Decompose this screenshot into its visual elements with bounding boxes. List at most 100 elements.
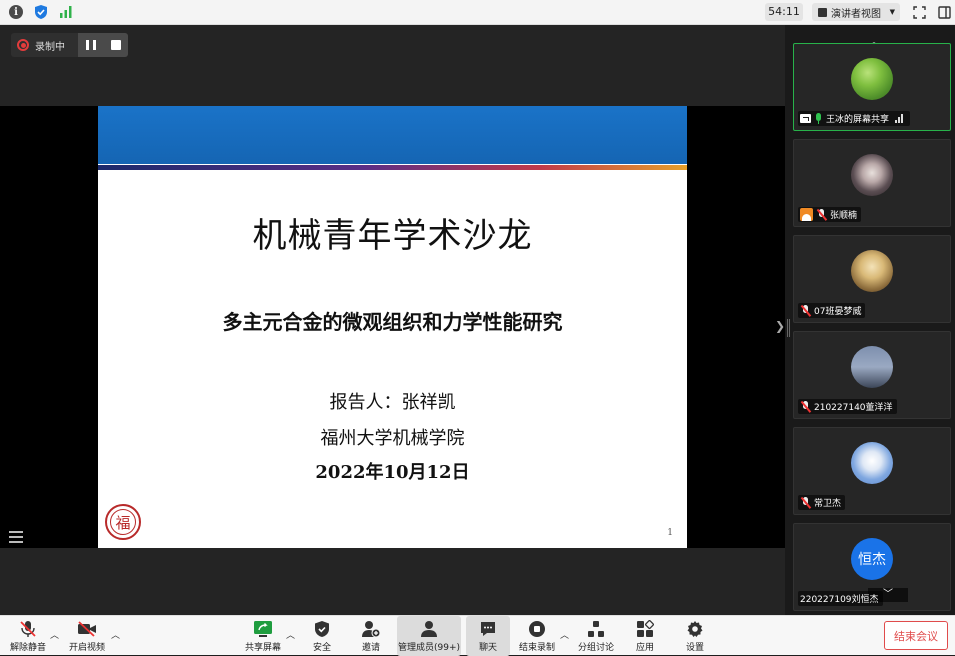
participant-name-tag: 常卫杰 bbox=[798, 495, 846, 510]
slide-page-number: 1 bbox=[667, 528, 673, 538]
chevron-up-icon[interactable]: ︿ bbox=[560, 628, 569, 641]
record-icon bbox=[17, 39, 29, 51]
apps-button[interactable]: 应用 bbox=[628, 616, 662, 656]
breakout-rooms-button[interactable]: 分组讨论 bbox=[574, 616, 618, 656]
unmute-label: 解除静音 bbox=[9, 643, 46, 653]
chevron-up-icon[interactable]: ︿ bbox=[50, 628, 59, 641]
participant-name-tag: 210227140董洋洋 bbox=[798, 399, 897, 414]
slide-subtitle: 多主元合金的微观组织和力学性能研究 bbox=[222, 310, 563, 334]
participant-name: 常卫杰 bbox=[814, 499, 842, 509]
invite-label: 邀请 bbox=[361, 643, 380, 653]
participant-name: 张顺楠 bbox=[830, 211, 858, 221]
participant-tile[interactable]: 07班晏梦威 bbox=[793, 235, 951, 323]
slide-institution: 福州大学机械学院 bbox=[320, 428, 465, 449]
add-user-icon bbox=[361, 620, 381, 638]
chat-icon bbox=[478, 620, 498, 638]
recording-controls bbox=[78, 33, 128, 57]
slide-header-band bbox=[98, 106, 687, 164]
participant-tile[interactable]: 常卫杰 bbox=[793, 427, 951, 515]
view-selector[interactable]: 演讲者视图 ▼ bbox=[812, 3, 900, 21]
microphone-muted-icon bbox=[800, 304, 811, 317]
pause-recording-button[interactable] bbox=[85, 40, 96, 50]
slide-reporter: 报告人：张祥凯 bbox=[329, 392, 456, 413]
manage-members-label: 管理成员(99+) bbox=[397, 643, 461, 653]
avatar bbox=[851, 442, 893, 484]
view-layout-icon bbox=[818, 7, 827, 17]
invite-button[interactable]: 邀请 bbox=[354, 616, 388, 656]
slide-header-stripe bbox=[98, 165, 687, 170]
slide-date: 2022年10月12日 bbox=[315, 462, 470, 483]
stop-recording-button[interactable] bbox=[110, 40, 121, 50]
meeting-toolbar: 解除静音 ︿ 开启视频 ︿ 共享屏幕 ︿ 安全 邀请 管理成员(99+) 聊天 … bbox=[0, 615, 955, 656]
microphone-muted-icon bbox=[816, 208, 827, 221]
user-avatar-icon bbox=[800, 208, 813, 221]
participant-name: 210227140董洋洋 bbox=[814, 403, 893, 413]
shared-screen: 机械青年学术沙龙 多主元合金的微观组织和力学性能研究 报告人：张祥凯 福州大学机… bbox=[0, 106, 785, 548]
main-view: 录制中 机械青年学术沙龙 多主元合金的微观组织和力学性能研究 报告人：张祥凯 福… bbox=[0, 25, 785, 615]
slide-title: 机械青年学术沙龙 bbox=[252, 216, 533, 256]
meeting-timer: 54:11 bbox=[765, 3, 803, 21]
start-video-label: 开启视频 bbox=[68, 643, 105, 653]
manage-members-button[interactable]: 管理成员(99+) bbox=[397, 616, 461, 656]
participant-name: 王冰的屏幕共享 bbox=[826, 115, 890, 125]
participant-gallery: ︿ 王冰的屏幕共享 张顺楠 07班晏梦威 210227140董洋洋 bbox=[785, 25, 955, 615]
end-meeting-button[interactable]: 结束会议 bbox=[884, 621, 948, 650]
screen-share-icon bbox=[800, 114, 811, 123]
avatar bbox=[851, 58, 893, 100]
chevron-up-icon[interactable]: ︿ bbox=[286, 628, 295, 641]
chat-label: 聊天 bbox=[478, 643, 497, 653]
presentation-slide: 机械青年学术沙龙 多主元合金的微观组织和力学性能研究 报告人：张祥凯 福州大学机… bbox=[98, 106, 687, 548]
top-bar: i 54:11 演讲者视图 ▼ bbox=[0, 0, 955, 25]
chevron-down-icon: ▼ bbox=[889, 8, 895, 16]
participant-name-tag: 王冰的屏幕共享 bbox=[798, 111, 911, 126]
settings-label: 设置 bbox=[685, 643, 704, 653]
stop-recording-label: 结束录制 bbox=[518, 643, 555, 653]
apps-label: 应用 bbox=[635, 643, 654, 653]
list-icon[interactable] bbox=[9, 531, 23, 543]
participant-tile[interactable]: 恒杰 ﹀ 220227109刘恒杰 bbox=[793, 523, 951, 611]
fullscreen-icon[interactable] bbox=[911, 4, 927, 20]
unmute-button[interactable]: 解除静音 bbox=[6, 616, 50, 656]
settings-button[interactable]: 设置 bbox=[678, 616, 712, 656]
stop-record-icon bbox=[527, 620, 547, 638]
chat-button[interactable]: 聊天 bbox=[466, 616, 510, 656]
sidebar-toggle-icon[interactable] bbox=[936, 4, 952, 20]
recording-label: 录制中 bbox=[35, 41, 65, 53]
start-video-button[interactable]: 开启视频 bbox=[64, 616, 110, 656]
avatar: 恒杰 bbox=[851, 538, 893, 580]
participant-name-tag: 220227109刘恒杰 bbox=[798, 591, 883, 606]
participant-tile[interactable]: 210227140董洋洋 bbox=[793, 331, 951, 419]
participant-name-tag: 07班晏梦威 bbox=[798, 303, 866, 318]
share-screen-button[interactable]: 共享屏幕 bbox=[242, 616, 284, 656]
microphone-muted-icon bbox=[800, 496, 811, 509]
share-screen-icon bbox=[253, 620, 273, 638]
participant-name: 220227109刘恒杰 bbox=[800, 595, 879, 605]
participant-tile[interactable]: 王冰的屏幕共享 bbox=[793, 43, 951, 131]
breakout-rooms-label: 分组讨论 bbox=[577, 643, 614, 653]
members-icon bbox=[419, 620, 439, 638]
avatar bbox=[851, 250, 893, 292]
security-button[interactable]: 安全 bbox=[305, 616, 339, 656]
breakout-rooms-icon bbox=[586, 620, 606, 638]
microphone-muted-icon bbox=[18, 620, 38, 638]
share-screen-label: 共享屏幕 bbox=[244, 643, 281, 653]
apps-icon bbox=[635, 620, 655, 638]
logo-character: 福 bbox=[110, 509, 136, 535]
signal-icon[interactable] bbox=[58, 4, 74, 20]
chevron-up-icon[interactable]: ︿ bbox=[111, 628, 120, 641]
chevron-right-icon[interactable]: ❯ bbox=[775, 319, 785, 333]
participant-name-tag: 张顺楠 bbox=[798, 207, 862, 222]
avatar bbox=[851, 346, 893, 388]
stop-recording-button[interactable]: 结束录制 bbox=[516, 616, 558, 656]
gear-icon bbox=[685, 620, 705, 638]
info-icon[interactable]: i bbox=[8, 4, 24, 20]
shield-icon bbox=[312, 620, 332, 638]
microphone-icon bbox=[814, 112, 823, 125]
microphone-muted-icon bbox=[800, 400, 811, 413]
recording-indicator: 录制中 bbox=[11, 33, 128, 57]
shield-icon[interactable] bbox=[33, 4, 49, 20]
participant-tile[interactable]: 张顺楠 bbox=[793, 139, 951, 227]
video-off-icon bbox=[77, 620, 97, 638]
signal-strength-icon bbox=[895, 114, 906, 123]
panel-resize-handle[interactable] bbox=[787, 319, 791, 337]
